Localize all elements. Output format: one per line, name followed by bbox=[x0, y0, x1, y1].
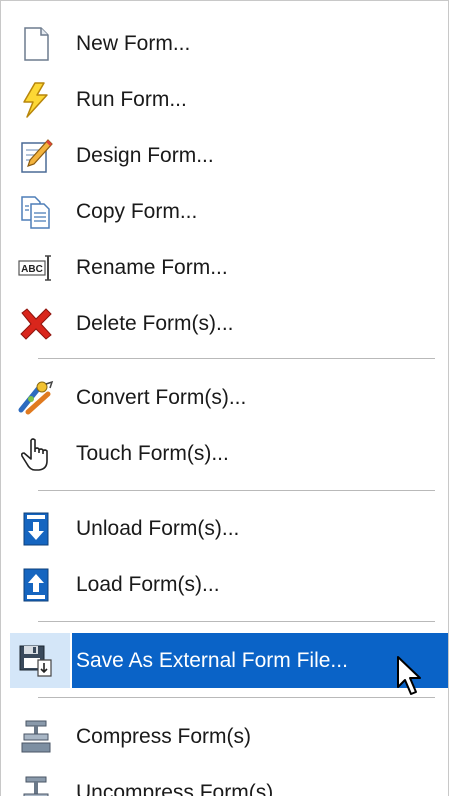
menu-item-label: Uncompress Form(s) bbox=[76, 781, 274, 796]
new-document-icon bbox=[18, 26, 54, 62]
menu-item-label: Unload Form(s)... bbox=[76, 517, 240, 540]
svg-text:ABC: ABC bbox=[21, 264, 43, 275]
menu-separator bbox=[38, 697, 435, 698]
uncompress-clamp-icon bbox=[18, 775, 54, 796]
menu-item-uncompress-forms[interactable]: Uncompress Form(s) bbox=[8, 768, 448, 796]
menu-item-save-as-external-form-file[interactable]: Save As External Form File... bbox=[8, 633, 448, 688]
rename-abc-icon: ABC bbox=[18, 250, 54, 286]
copy-icon bbox=[18, 194, 54, 230]
menu-item-label: Compress Form(s) bbox=[76, 725, 252, 748]
menu-item-label: Copy Form... bbox=[76, 200, 198, 223]
menu-item-label: Load Form(s)... bbox=[76, 573, 220, 596]
menu-separator bbox=[38, 358, 435, 359]
load-arrow-up-icon bbox=[18, 567, 54, 603]
delete-x-icon bbox=[18, 306, 54, 342]
menu-item-label: Run Form... bbox=[76, 88, 187, 111]
menu-item-compress-forms[interactable]: Compress Form(s) bbox=[8, 712, 448, 762]
menu-item-design-form[interactable]: Design Form... bbox=[8, 131, 448, 181]
menu-item-delete-forms[interactable]: Delete Form(s)... bbox=[8, 299, 448, 349]
menu-item-run-form[interactable]: Run Form... bbox=[8, 75, 448, 125]
menu-item-rename-form[interactable]: ABC Rename Form... bbox=[8, 243, 448, 293]
touch-hand-icon bbox=[18, 436, 54, 472]
menu-item-label: Design Form... bbox=[76, 144, 214, 167]
menu-item-load-forms[interactable]: Load Form(s)... bbox=[8, 560, 448, 610]
menu-border bbox=[0, 0, 1, 796]
menu-item-label: Touch Form(s)... bbox=[76, 442, 229, 465]
lightning-bolt-icon bbox=[18, 82, 54, 118]
menu-border bbox=[0, 0, 449, 1]
mouse-cursor-icon bbox=[396, 655, 426, 697]
menu-item-unload-forms[interactable]: Unload Form(s)... bbox=[8, 504, 448, 554]
menu-separator bbox=[38, 621, 435, 622]
menu-item-touch-forms[interactable]: Touch Form(s)... bbox=[8, 429, 448, 479]
menu-item-new-form[interactable]: New Form... bbox=[8, 19, 448, 69]
menu-item-convert-forms[interactable]: Convert Form(s)... bbox=[8, 373, 448, 423]
menu-item-label: Convert Form(s)... bbox=[76, 386, 247, 409]
menu-item-label: New Form... bbox=[76, 32, 191, 55]
unload-arrow-down-icon bbox=[18, 511, 54, 547]
menu-item-label: Rename Form... bbox=[76, 256, 228, 279]
compress-clamp-icon bbox=[18, 719, 54, 755]
design-pencil-icon bbox=[18, 138, 54, 174]
menu-item-label: Delete Form(s)... bbox=[76, 312, 234, 335]
convert-icon bbox=[18, 380, 54, 416]
save-floppy-icon bbox=[18, 642, 54, 678]
context-menu: New Form... Run Form... Design Form... C… bbox=[0, 0, 449, 796]
menu-item-copy-form[interactable]: Copy Form... bbox=[8, 187, 448, 237]
menu-item-label: Save As External Form File... bbox=[76, 649, 348, 672]
menu-separator bbox=[38, 490, 435, 491]
